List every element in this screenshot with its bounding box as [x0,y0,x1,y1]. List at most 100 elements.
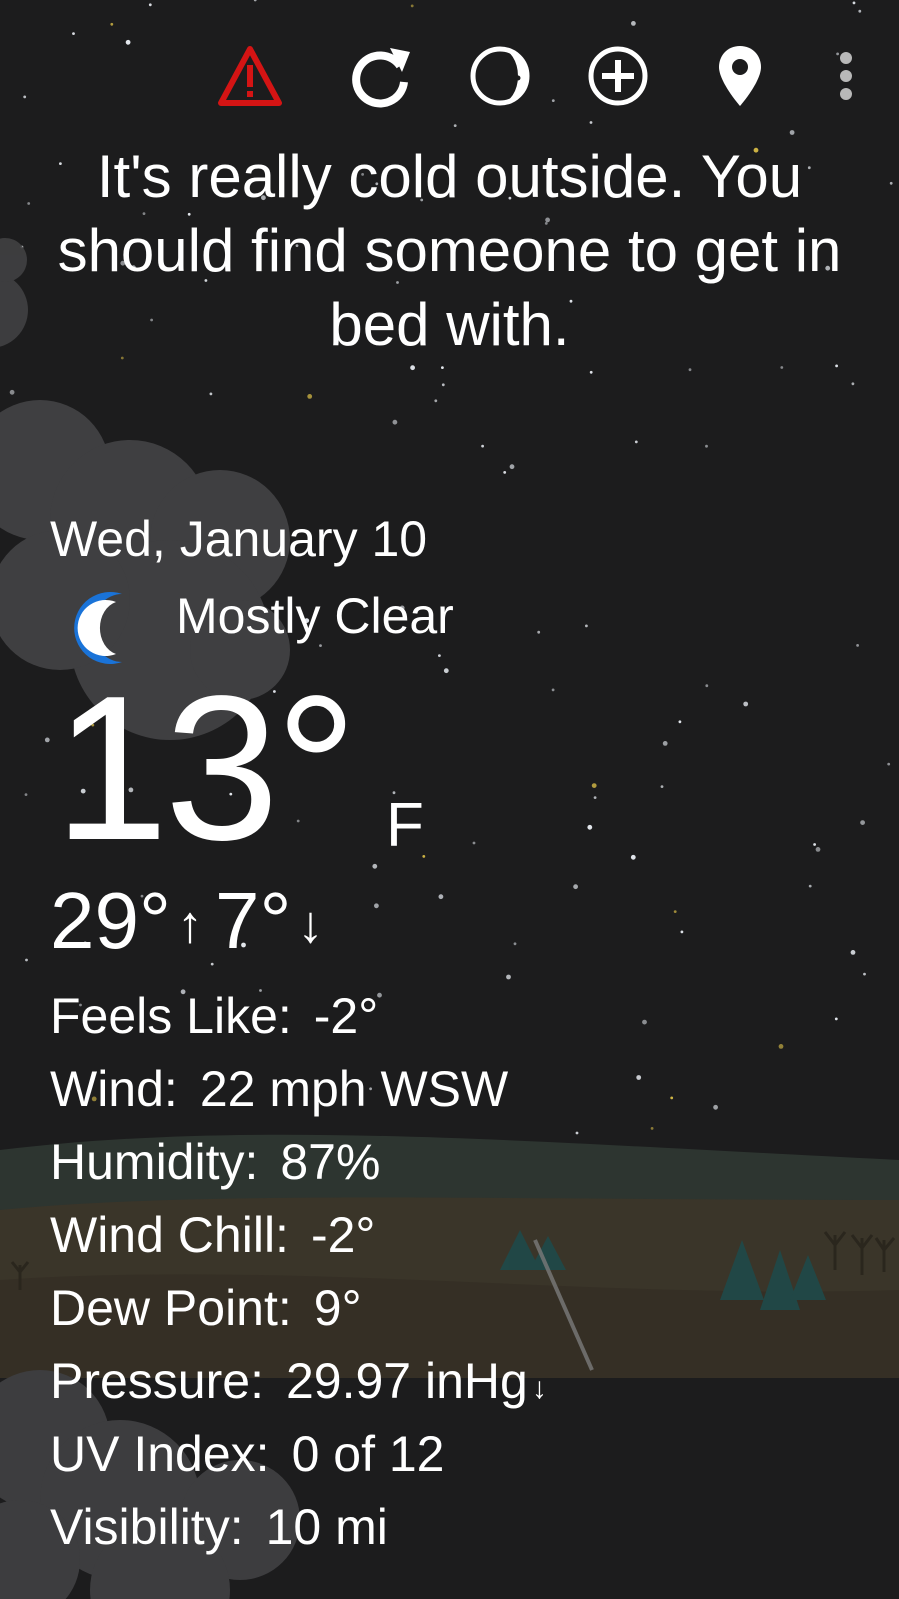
star [72,32,75,35]
detail-value: 10 mi [265,1499,388,1555]
add-location-button[interactable] [580,38,656,114]
temperature-unit: F [386,791,424,860]
star [631,21,636,26]
detail-label: Dew Point: [50,1280,292,1336]
star [863,972,866,976]
star [537,630,541,634]
location-button[interactable] [702,38,778,114]
detail-label: Wind: [50,1061,178,1117]
star [585,624,588,628]
star [410,365,415,371]
star [852,1,856,5]
detail-value: 0 of 12 [291,1426,445,1482]
condition-label: Mostly Clear [176,588,454,644]
detail-value: -2° [310,1207,376,1263]
star [673,910,677,913]
detail-label: Humidity: [50,1134,259,1190]
moon-phase-button[interactable] [462,38,538,114]
detail-dew-point: Dew Point: 9° [50,1272,547,1345]
star [889,181,893,185]
high-low-temperatures: 29° ↑ 7° ↓ [50,874,335,978]
star [506,974,511,980]
detail-humidity: Humidity: 87% [50,1126,547,1199]
star [125,39,131,45]
detail-uv-index: UV Index: 0 of 12 [50,1418,547,1491]
weather-details-list: Feels Like: -2° Wind: 22 mph WSW Humidity:… [50,980,547,1564]
current-temperature: 13° [54,653,358,883]
detail-pressure: Pressure: 29.97 inHg ↓ [50,1345,547,1418]
detail-label: Wind Chill: [50,1207,289,1263]
refresh-icon [352,48,410,108]
star [813,843,816,846]
detail-label: Visibility: [50,1499,244,1555]
high-arrow-icon: ↑ [176,896,203,954]
star [23,95,27,99]
star [856,644,859,647]
detail-wind: Wind: 22 mph WSW [50,1053,547,1126]
alert-button[interactable] [212,38,288,114]
star [44,737,50,743]
low-arrow-icon: ↓ [297,896,324,954]
star [858,9,862,13]
add-location-icon [588,46,648,106]
star [834,1017,838,1021]
high-temperature: 29° [50,876,171,965]
warning-triangle-icon [218,46,282,106]
star [443,668,449,674]
star [642,1019,647,1025]
star [851,382,855,386]
star [573,884,578,890]
star [678,720,682,724]
star [780,366,784,369]
detail-value: 29.97 inHg [285,1353,528,1409]
star [551,99,555,102]
star [441,383,445,387]
star [705,684,709,688]
star [670,1096,674,1100]
star [472,841,476,845]
moon-phase-icon [470,46,530,106]
star [713,1104,718,1110]
star [808,884,812,888]
detail-label: Feels Like: [50,988,292,1044]
overflow-menu-button[interactable] [808,38,884,114]
location-pin-icon [719,46,761,106]
low-temperature: 7° [214,876,292,965]
star [660,785,664,788]
star [110,22,114,26]
detail-wind-chill: Wind Chill: -2° [50,1199,547,1272]
star [835,364,838,368]
star [743,701,749,707]
star [27,202,31,205]
star [778,1044,784,1049]
star [438,894,444,900]
star [850,950,856,955]
star [887,762,891,766]
star [575,1131,579,1135]
star [815,847,821,852]
star [438,654,441,657]
detail-value: -2° [313,988,379,1044]
star [593,796,597,799]
star [209,392,213,396]
star [860,820,865,825]
star [410,4,414,8]
star [662,741,668,746]
star [148,3,152,7]
detail-value: 22 mph WSW [199,1061,509,1117]
star [509,464,515,470]
star [680,930,684,934]
star [587,824,593,830]
overflow-menu-icon [840,52,852,100]
weather-quip-message: It's really cold outside. You should fin… [57,143,842,358]
star [513,942,517,946]
detail-visibility: Visibility: 10 mi [50,1491,547,1564]
star [650,1127,654,1130]
star [374,903,379,909]
detail-value: 87% [280,1134,381,1190]
refresh-button[interactable] [342,38,418,114]
detail-feels-like: Feels Like: -2° [50,980,547,1053]
star [372,863,378,869]
star [688,368,692,372]
star [392,419,398,425]
